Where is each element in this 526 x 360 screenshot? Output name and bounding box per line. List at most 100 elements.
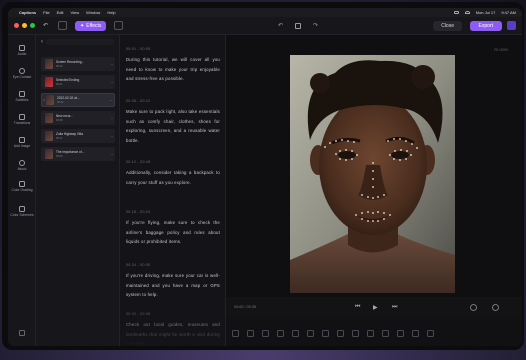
segment-timestamp: 00:05 - 00:12 [126, 99, 151, 103]
scene-thumbnail [45, 59, 53, 69]
more-options-icon[interactable]: ··· [111, 116, 114, 121]
menu-view[interactable]: View [70, 10, 79, 15]
ai-effects-button[interactable]: ✦ Effects [75, 20, 107, 31]
aspect-ratio-icon[interactable] [470, 304, 477, 311]
menu-edit[interactable]: Edit [57, 10, 64, 15]
timeline-tool-icon[interactable] [307, 330, 314, 337]
timeline-tool-icon[interactable] [262, 330, 269, 337]
scene-item[interactable]: New recor... 00:38 ··· [41, 111, 115, 125]
crop-icon[interactable] [295, 23, 302, 29]
video-frame[interactable] [290, 55, 455, 293]
fullscreen-icon[interactable] [492, 304, 499, 311]
more-options-icon[interactable]: ··· [111, 80, 114, 85]
script-segment[interactable]: 00:01 - 00:05 During this tutorial, we wi… [126, 47, 220, 84]
scene-title: New recor... [56, 114, 74, 118]
more-options-icon[interactable]: ··· [110, 98, 113, 103]
scene-item[interactable]: Selected Ending 00:21 ··· [41, 75, 115, 89]
wifi-icon[interactable] [464, 11, 470, 14]
minimize-window-button[interactable] [22, 23, 27, 28]
segment-timestamp: 00:24 - 00:30 [126, 263, 151, 267]
more-options-icon[interactable]: ··· [111, 62, 114, 67]
rail-label: Transitions [13, 121, 31, 125]
timeline-tool-icon[interactable] [247, 330, 254, 337]
rail-item-music[interactable]: Music [8, 160, 36, 171]
segment-text[interactable]: Additionally, consider taking a backpack… [126, 168, 220, 187]
rail-item-add-image[interactable]: Add Image [8, 137, 36, 148]
mac-menubar: Captions File Edit View Window Help Mon … [8, 8, 522, 17]
undo-icon[interactable]: ↶ [278, 22, 283, 29]
timeline-tool-icon[interactable] [412, 330, 419, 337]
segment-text[interactable]: If you're flying, make sure to check the… [126, 218, 220, 247]
scene-text: Zoila Highway Villa 00:17 [56, 132, 111, 140]
zoom-level[interactable]: Fit 100% [494, 48, 508, 52]
timeline-tool-icon[interactable] [232, 330, 239, 337]
script-segment[interactable]: 00:12 - 00:18 Additionally, consider taki… [126, 160, 220, 187]
scene-thumbnail [45, 77, 53, 87]
menu-help[interactable]: Help [107, 10, 115, 15]
timeline-tool-icon[interactable] [367, 330, 374, 337]
scene-thumbnail [45, 131, 53, 141]
menubar-time[interactable]: 9:47 AM [501, 10, 516, 15]
timeline-tool-icon[interactable] [322, 330, 329, 337]
timeline-tool-icon[interactable] [352, 330, 359, 337]
scene-item[interactable]: 3 2022-02-02 at... 00:42 ··· [41, 93, 115, 107]
history-icon[interactable]: ↶ [43, 22, 48, 29]
screen: Captions File Edit View Window Help Mon … [8, 8, 522, 346]
more-options-icon[interactable]: ··· [111, 134, 114, 139]
timecode: 00:00 / 00:35 [234, 305, 257, 309]
previous-icon[interactable]: ⏮ [355, 304, 360, 311]
zoom-window-button[interactable] [30, 23, 35, 28]
script-panel: 00:01 - 00:05 During this tutorial, we wi… [120, 35, 226, 346]
scene-item[interactable]: The importance of... 00:09 ··· [41, 147, 115, 161]
segment-text[interactable]: Make sure to pack light, also take essen… [126, 107, 220, 145]
scene-duration: 00:09 [56, 155, 63, 158]
scene-title: The importance of... [56, 150, 85, 154]
export-button[interactable]: Export [469, 20, 502, 31]
scene-title: 2022-02-02 at... [57, 96, 80, 100]
script-segment[interactable]: 00:05 - 00:12 Make sure to pack light, al… [126, 99, 220, 145]
scenes-search[interactable] [46, 39, 114, 45]
timeline-tool-icon[interactable] [427, 330, 434, 337]
battery-icon[interactable] [453, 11, 459, 14]
menu-file[interactable]: File [43, 10, 49, 15]
next-icon[interactable]: ⏭ [392, 304, 397, 311]
rail-item-subtitles[interactable]: Subtitles [8, 91, 36, 102]
media-icon[interactable] [58, 21, 68, 30]
sidebar-toggle-icon[interactable] [19, 330, 25, 336]
menubar-date[interactable]: Mon Jul 17 [476, 10, 496, 15]
color-grading-icon [19, 181, 25, 187]
video-preview: Fit 100% [226, 35, 522, 297]
timeline-tool-icon[interactable] [397, 330, 404, 337]
menu-app-name[interactable]: Captions [19, 10, 36, 15]
app-badge-icon[interactable] [507, 21, 516, 30]
timeline-tool-icon[interactable] [337, 330, 344, 337]
rail-item-transitions[interactable]: Transitions [8, 114, 36, 125]
rail-item-color-grading[interactable]: Color Grading [8, 181, 36, 192]
scene-item[interactable]: Zoila Highway Villa 00:17 ··· [41, 129, 115, 143]
captions-style-icon[interactable] [114, 21, 124, 30]
timeline-tool-icon[interactable] [382, 330, 389, 337]
script-segment[interactable]: 00:18 - 00:24 If you're flying, make sure… [126, 210, 220, 247]
eye-icon [19, 68, 25, 74]
segment-text[interactable]: During this tutorial, we will cover all … [126, 55, 220, 84]
scene-item[interactable]: Screen Recording... 00:14 ··· [41, 57, 115, 71]
rail-item-eye-contact[interactable]: Eye Contact [8, 68, 36, 79]
desktop-background: Captions File Edit View Window Help Mon … [0, 0, 526, 360]
segment-text[interactable]: If you're driving, make sure your car is… [126, 271, 220, 300]
menu-window[interactable]: Window [86, 10, 100, 15]
scene-thumbnail [45, 113, 53, 123]
playback-controls: 00:00 / 00:35 ⏮ ▶ ⏭ [226, 297, 522, 317]
chevron-left-icon[interactable]: ‹ [41, 39, 43, 45]
play-button[interactable]: ▶ [373, 304, 378, 311]
scene-text: Selected Ending 00:21 [56, 78, 111, 86]
close-button[interactable]: Close [433, 20, 462, 31]
redo-icon[interactable]: ↷ [313, 22, 318, 29]
rail-item-color-schemes[interactable]: Color Schemes [8, 206, 36, 217]
close-window-button[interactable] [14, 23, 19, 28]
timeline-tool-icon[interactable] [292, 330, 299, 337]
timeline-tool-icon[interactable] [277, 330, 284, 337]
more-options-icon[interactable]: ··· [111, 152, 114, 157]
script-segment[interactable]: 00:24 - 00:30 If you're driving, make sur… [126, 263, 220, 300]
rail-item-audio[interactable]: Audio [8, 45, 36, 56]
rail-label: Add Image [13, 144, 31, 148]
